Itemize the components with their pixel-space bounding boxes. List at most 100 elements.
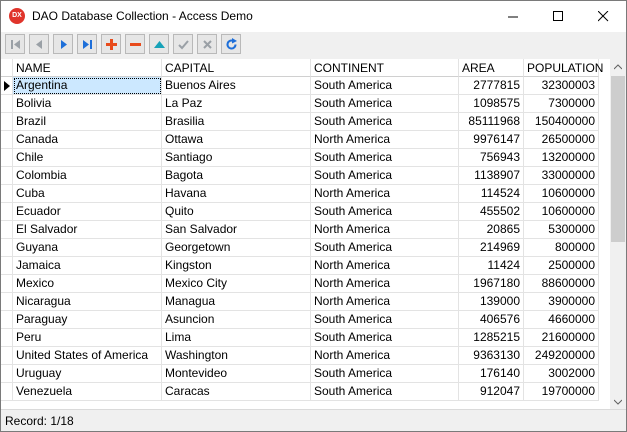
cell-name[interactable]: Venezuela [13,383,162,401]
row-indicator[interactable] [1,167,13,185]
cell-capital[interactable]: Havana [162,185,311,203]
table-row[interactable]: Canada Ottawa North America 9976147 26500000 [1,131,610,149]
vertical-scrollbar[interactable] [610,59,626,409]
cancel-edit-button[interactable] [197,34,217,54]
table-row[interactable]: Ecuador Quito South America 455502 10600000 [1,203,610,221]
row-indicator[interactable] [1,131,13,149]
cell-population[interactable]: 13200000 [524,149,599,167]
cell-continent[interactable]: South America [311,365,459,383]
scrollbar-thumb[interactable] [611,76,625,242]
cell-capital[interactable]: Lima [162,329,311,347]
cell-name[interactable]: Uruguay [13,365,162,383]
cell-area[interactable]: 406576 [459,311,524,329]
scroll-up-icon[interactable] [614,64,622,70]
cell-area[interactable]: 1098575 [459,95,524,113]
cell-area[interactable]: 2777815 [459,77,524,95]
cell-continent[interactable]: South America [311,113,459,131]
cell-population[interactable]: 33000000 [524,167,599,185]
cell-name[interactable]: Chile [13,149,162,167]
table-row[interactable]: Argentina Buenos Aires South America 277781… [1,77,610,95]
cell-capital[interactable]: Brasilia [162,113,311,131]
row-indicator[interactable] [1,329,13,347]
table-row[interactable]: Guyana Georgetown South America 214969 80000… [1,239,610,257]
row-indicator[interactable] [1,221,13,239]
cell-continent[interactable]: South America [311,239,459,257]
column-header-area[interactable]: AREA [459,59,524,77]
data-grid[interactable]: NAME CAPITAL CONTINENT AREA POPULATION A… [1,59,610,409]
cell-population[interactable]: 2500000 [524,257,599,275]
cell-continent[interactable]: South America [311,95,459,113]
cell-population[interactable]: 10600000 [524,203,599,221]
cell-area[interactable]: 139000 [459,293,524,311]
table-row[interactable]: Bolivia La Paz South America 1098575 7300000 [1,95,610,113]
row-indicator[interactable] [1,275,13,293]
cell-capital[interactable]: Buenos Aires [162,77,311,95]
cell-area[interactable]: 20865 [459,221,524,239]
table-row[interactable]: Uruguay Montevideo South America 176140 3002… [1,365,610,383]
table-row[interactable]: Nicaragua Managua North America 139000 39000… [1,293,610,311]
table-row[interactable]: Mexico Mexico City North America 1967180 886… [1,275,610,293]
cell-name[interactable]: Mexico [13,275,162,293]
cell-capital[interactable]: Ottawa [162,131,311,149]
row-indicator[interactable] [1,113,13,131]
cell-capital[interactable]: Asuncion [162,311,311,329]
table-row[interactable]: Venezuela Caracas South America 912047 19700… [1,383,610,401]
row-indicator[interactable] [1,311,13,329]
cell-continent[interactable]: North America [311,185,459,203]
table-row[interactable]: Peru Lima South America 1285215 21600000 [1,329,610,347]
cell-population[interactable]: 21600000 [524,329,599,347]
minimize-button[interactable] [491,1,536,32]
cell-capital[interactable]: San Salvador [162,221,311,239]
cell-population[interactable]: 3900000 [524,293,599,311]
table-row[interactable]: Brazil Brasilia South America 85111968 15040… [1,113,610,131]
row-indicator[interactable] [1,239,13,257]
row-indicator[interactable] [1,203,13,221]
cell-name[interactable]: United States of America [13,347,162,365]
cell-capital[interactable]: Mexico City [162,275,311,293]
cell-capital[interactable]: Santiago [162,149,311,167]
cell-area[interactable]: 1138907 [459,167,524,185]
cell-name[interactable]: Paraguay [13,311,162,329]
cell-area[interactable]: 11424 [459,257,524,275]
cell-continent[interactable]: North America [311,221,459,239]
cell-population[interactable]: 5300000 [524,221,599,239]
cell-population[interactable]: 19700000 [524,383,599,401]
edit-record-button[interactable] [149,34,169,54]
column-header-population[interactable]: POPULATION [524,59,603,77]
cell-continent[interactable]: South America [311,77,459,95]
row-indicator[interactable] [1,95,13,113]
post-edit-button[interactable] [173,34,193,54]
cell-name[interactable]: Nicaragua [13,293,162,311]
cell-name[interactable]: Bolivia [13,95,162,113]
cell-area[interactable]: 214969 [459,239,524,257]
cell-area[interactable]: 1967180 [459,275,524,293]
scroll-down-icon[interactable] [614,399,622,405]
cell-population[interactable]: 3002000 [524,365,599,383]
cell-capital[interactable]: Washington [162,347,311,365]
cell-continent[interactable]: South America [311,383,459,401]
cell-continent[interactable]: North America [311,293,459,311]
row-indicator[interactable] [1,149,13,167]
column-header-capital[interactable]: CAPITAL [162,59,311,77]
cell-name[interactable]: Argentina [13,77,162,95]
cell-population[interactable]: 800000 [524,239,599,257]
column-header-name[interactable]: NAME [13,59,162,77]
table-row[interactable]: El Salvador San Salvador North America 2086… [1,221,610,239]
cell-continent[interactable]: North America [311,257,459,275]
cell-continent[interactable]: South America [311,329,459,347]
cell-continent[interactable]: North America [311,275,459,293]
table-row[interactable]: Paraguay Asuncion South America 406576 46600… [1,311,610,329]
cell-name[interactable]: Canada [13,131,162,149]
cell-name[interactable]: Jamaica [13,257,162,275]
table-row[interactable]: Colombia Bagota South America 1138907 330000… [1,167,610,185]
cell-capital[interactable]: La Paz [162,95,311,113]
cell-capital[interactable]: Kingston [162,257,311,275]
row-indicator[interactable] [1,383,13,401]
cell-capital[interactable]: Montevideo [162,365,311,383]
cell-area[interactable]: 114524 [459,185,524,203]
cell-population[interactable]: 7300000 [524,95,599,113]
title-bar[interactable]: DX DAO Database Collection - Access Demo [1,1,626,32]
refresh-button[interactable] [221,34,241,54]
close-button[interactable] [581,1,626,32]
prior-record-button[interactable] [29,34,49,54]
